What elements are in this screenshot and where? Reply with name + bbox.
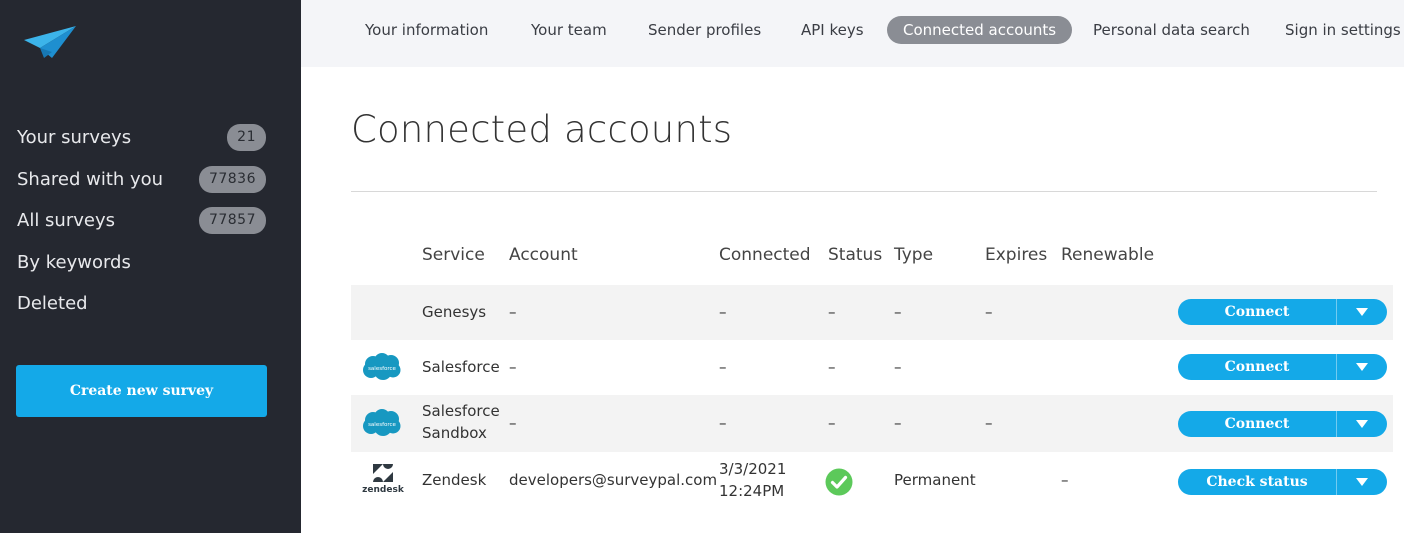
svg-text:salesforce: salesforce	[368, 422, 396, 428]
zendesk-icon: zendesk	[361, 463, 405, 495]
status-cell: –	[828, 414, 836, 432]
table-row: Genesys – – – – – Connect	[351, 285, 1393, 340]
count-badge: 77836	[198, 165, 266, 193]
sidebar-item-label: All surveys	[17, 210, 115, 232]
svg-text:salesforce: salesforce	[368, 366, 396, 372]
tab-sign-in-settings[interactable]: Sign in settings	[1269, 16, 1404, 44]
check-status-split-button: Check status	[1178, 469, 1387, 495]
table-row: zendesk Zendesk developers@surveypal.com…	[351, 452, 1393, 510]
tab-api-keys[interactable]: API keys	[785, 16, 880, 44]
tab-personal-data-search[interactable]: Personal data search	[1077, 16, 1266, 44]
chevron-down-icon	[1356, 420, 1368, 428]
service-name: Zendesk	[422, 471, 487, 489]
tab-connected-accounts[interactable]: Connected accounts	[887, 16, 1073, 44]
status-cell: –	[828, 358, 836, 376]
dropdown-toggle[interactable]	[1337, 354, 1387, 380]
table-row: salesforce Salesforce – – – – Connect	[351, 340, 1393, 395]
connect-split-button: Connect	[1178, 354, 1387, 380]
connected-cell: –	[719, 303, 727, 321]
connected-cell: –	[719, 358, 727, 376]
tab-sender-profiles[interactable]: Sender profiles	[632, 16, 777, 44]
type-cell: –	[894, 358, 902, 376]
dropdown-toggle[interactable]	[1337, 299, 1387, 325]
service-name: Genesys	[422, 303, 487, 321]
sidebar-item-label: Your surveys	[17, 127, 132, 149]
connected-date: 3/3/2021	[719, 460, 787, 478]
column-header-expires: Expires	[985, 245, 1048, 265]
salesforce-icon: salesforce	[361, 352, 403, 386]
column-header-connected: Connected	[719, 245, 811, 265]
service-name-line: Salesforce	[422, 402, 500, 420]
type-cell: Permanent	[894, 471, 976, 489]
top-nav: Your information Your team Sender profil…	[301, 0, 1404, 67]
sidebar-item-label: By keywords	[17, 251, 131, 273]
sidebar-item-deleted[interactable]: Deleted	[0, 283, 301, 325]
chevron-down-icon	[1356, 363, 1368, 371]
dropdown-toggle[interactable]	[1337, 411, 1387, 437]
sidebar-item-by-keywords[interactable]: By keywords	[0, 242, 301, 284]
count-badge: 21	[227, 124, 266, 151]
expires-cell: –	[985, 414, 993, 432]
connect-split-button: Connect	[1178, 299, 1387, 325]
service-name: Salesforce	[422, 358, 500, 376]
paper-plane-logo-icon[interactable]	[22, 24, 78, 60]
sidebar-item-label: Deleted	[17, 293, 88, 315]
sidebar-nav: Your surveys 21 Shared with you 77836 Al…	[0, 117, 301, 325]
chevron-down-icon	[1356, 308, 1368, 316]
connected-time: 12:24PM	[719, 482, 785, 500]
connected-cell: –	[719, 414, 727, 432]
check-status-button[interactable]: Check status	[1178, 469, 1337, 495]
account-cell: developers@surveypal.com	[509, 471, 718, 489]
status-cell: –	[828, 303, 836, 321]
dropdown-toggle[interactable]	[1337, 469, 1387, 495]
connect-button[interactable]: Connect	[1178, 354, 1337, 380]
account-cell: –	[509, 358, 517, 376]
zendesk-logo-text: zendesk	[362, 485, 404, 495]
zendesk-z-icon	[373, 464, 393, 482]
connect-split-button: Connect	[1178, 411, 1387, 437]
column-header-status: Status	[828, 245, 883, 265]
divider	[351, 191, 1377, 192]
column-header-renewable: Renewable	[1061, 245, 1155, 265]
account-cell: –	[509, 414, 517, 432]
column-header-service: Service	[422, 245, 485, 265]
sidebar-item-your-surveys[interactable]: Your surveys 21	[0, 117, 301, 159]
create-new-survey-button[interactable]: Create new survey	[16, 365, 267, 417]
column-header-type: Type	[894, 245, 934, 265]
connected-cell: 3/3/2021 12:24PM	[719, 458, 786, 502]
service-name: Salesforce Sandbox	[422, 400, 500, 444]
expires-cell: –	[985, 303, 993, 321]
sidebar-item-shared-with-you[interactable]: Shared with you 77836	[0, 159, 301, 201]
status-ok-icon	[825, 468, 853, 502]
count-badge: 77857	[198, 207, 266, 234]
type-cell: –	[894, 414, 902, 432]
chevron-down-icon	[1356, 478, 1368, 486]
sidebar: Your surveys 21 Shared with you 77836 Al…	[0, 0, 301, 533]
page-title: Connected accounts	[351, 108, 733, 151]
connect-button[interactable]: Connect	[1178, 299, 1337, 325]
sidebar-item-all-surveys[interactable]: All surveys 77857	[0, 200, 301, 242]
renewable-cell: –	[1061, 471, 1069, 489]
sidebar-item-label: Shared with you	[17, 168, 164, 190]
service-name-line: Sandbox	[422, 424, 487, 442]
connect-button[interactable]: Connect	[1178, 411, 1337, 437]
tab-your-team[interactable]: Your team	[515, 16, 623, 44]
table-row: salesforce Salesforce Sandbox – – – – – …	[351, 395, 1393, 452]
column-header-account: Account	[509, 245, 578, 265]
tab-your-information[interactable]: Your information	[349, 16, 504, 44]
type-cell: –	[894, 303, 902, 321]
salesforce-icon: salesforce	[361, 408, 403, 442]
account-cell: –	[509, 303, 517, 321]
